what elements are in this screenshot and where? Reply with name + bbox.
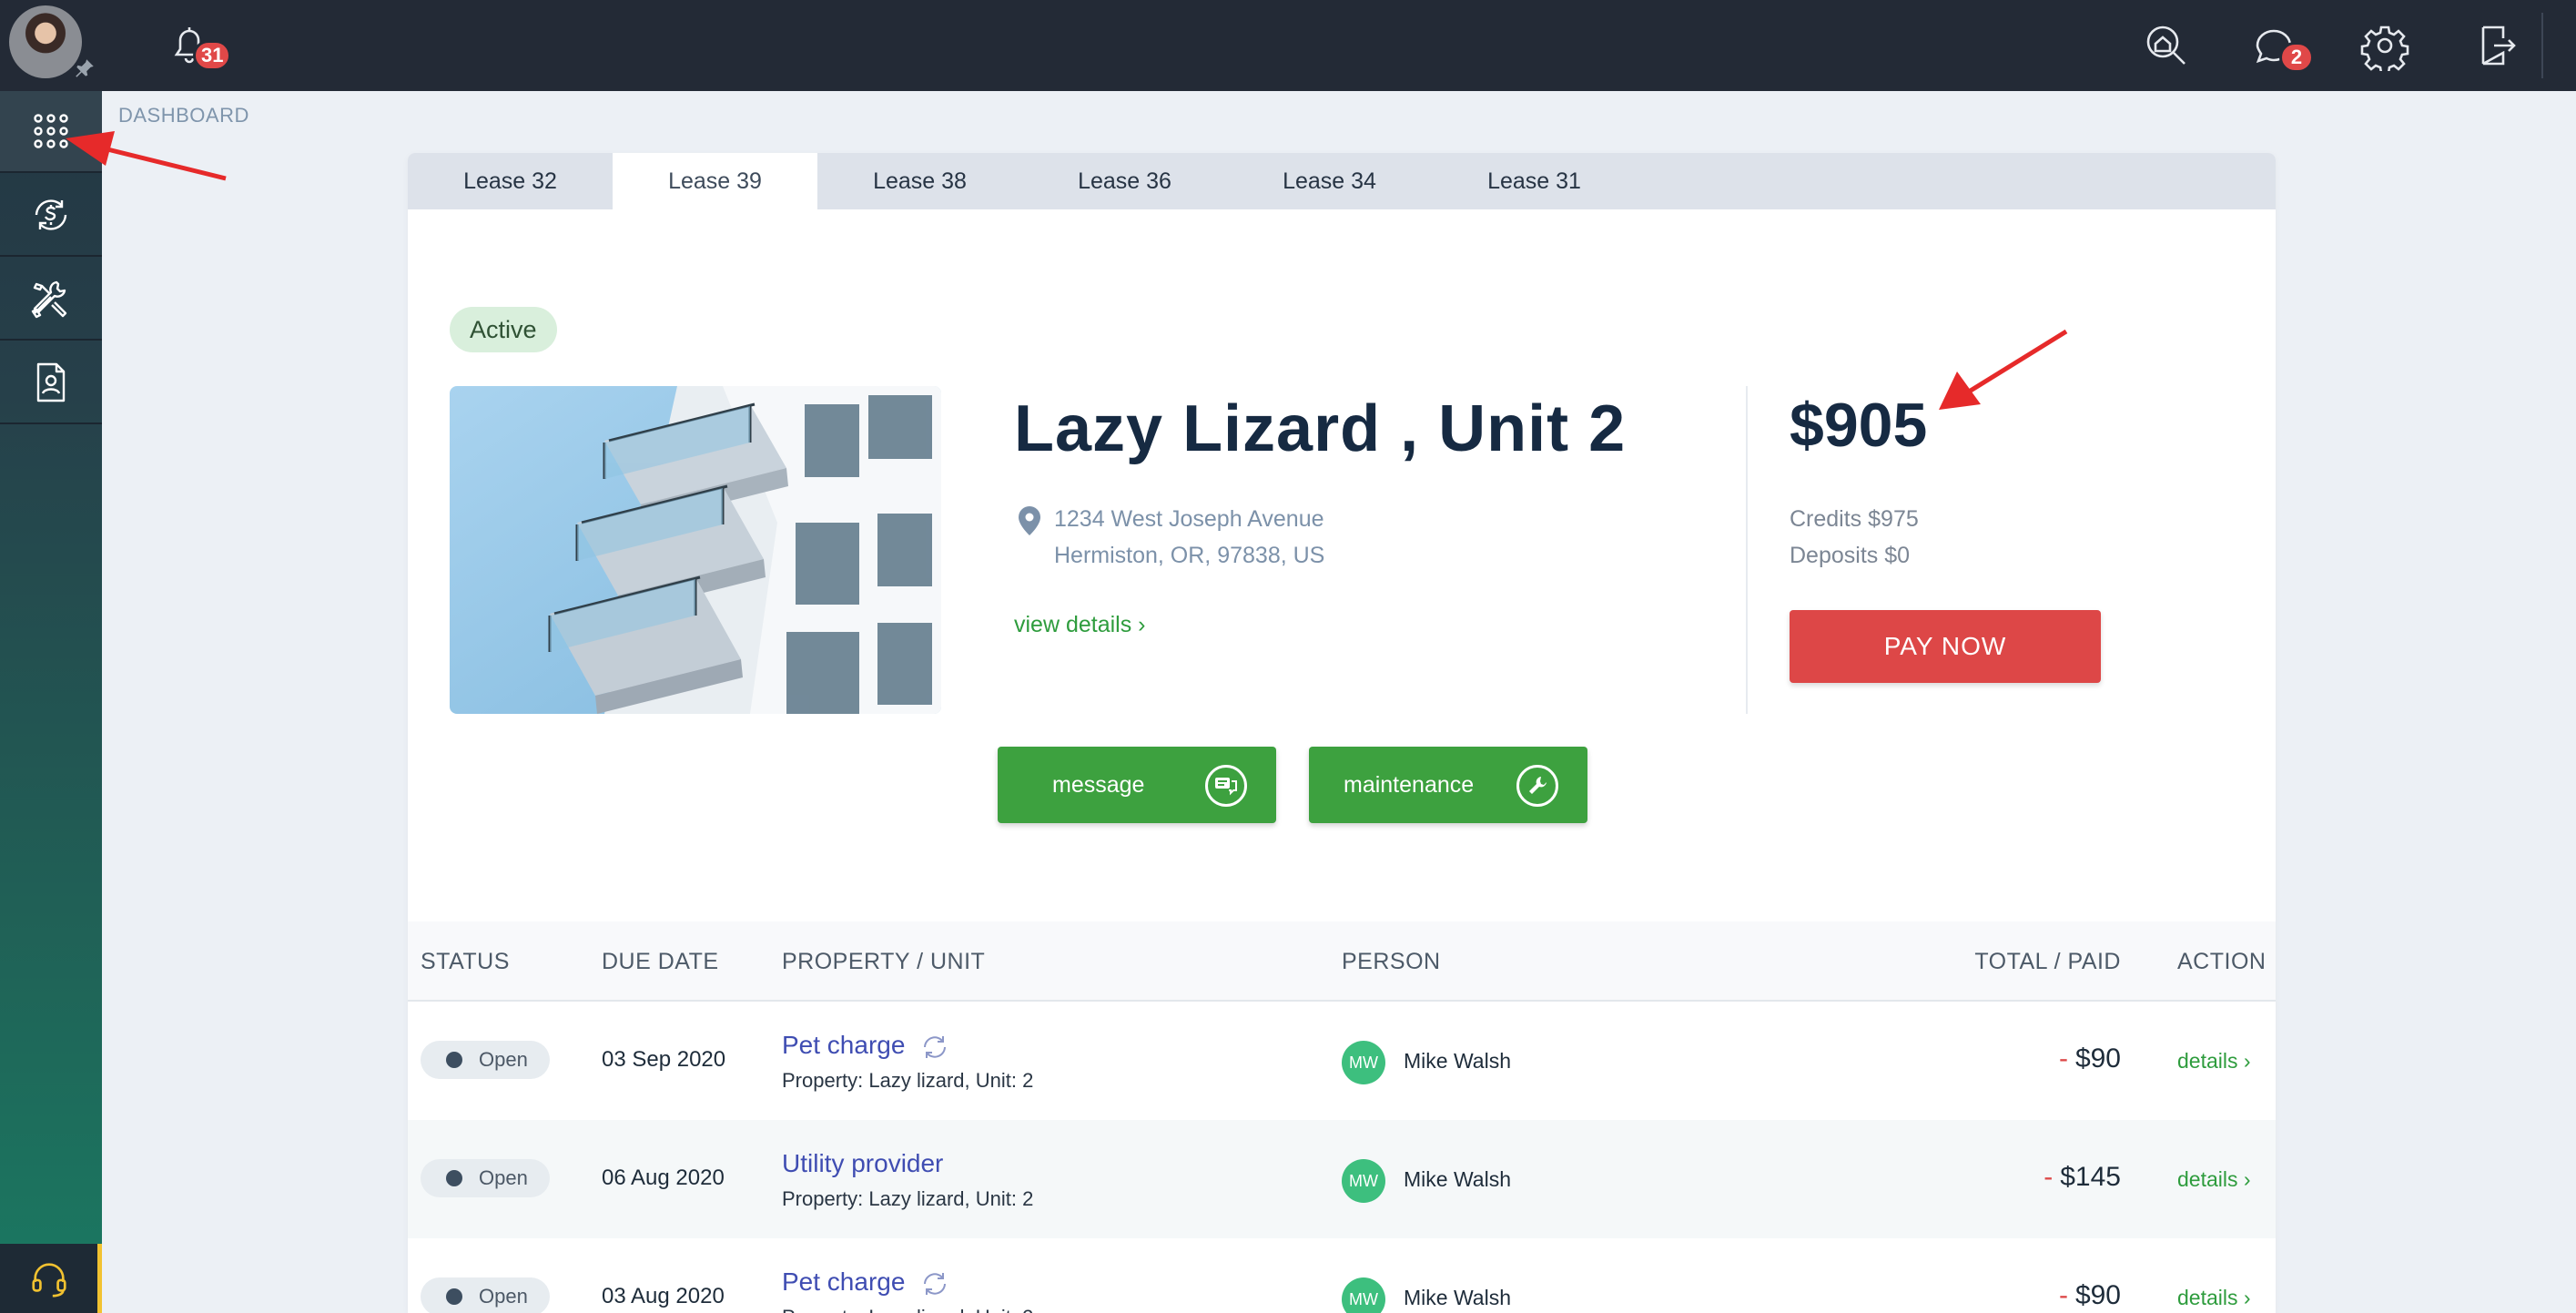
wrench-icon — [1529, 777, 1547, 794]
message-icon-circle — [1205, 765, 1247, 807]
tab-lease-31[interactable]: Lease 31 — [1432, 153, 1637, 209]
dollar-cycle-icon — [35, 199, 67, 230]
charge-property: Property: Lazy lizard, Unit: 2 — [782, 1306, 1033, 1313]
header-action: ACTION — [2177, 949, 2267, 974]
due-date: 06 Aug 2020 — [602, 1165, 725, 1190]
wrench-icon-circle — [1516, 765, 1558, 807]
message-button-label: message — [1052, 771, 1145, 798]
lease-tabs: Lease 32 Lease 39 Lease 38 Lease 36 Leas… — [408, 153, 2276, 209]
sidebar-item-apps[interactable] — [0, 91, 102, 173]
avatar: MW — [1342, 1277, 1385, 1313]
due-date: 03 Sep 2020 — [602, 1047, 726, 1072]
top-navbar: 31 2 — [102, 0, 2576, 91]
tab-lease-36[interactable]: Lease 36 — [1022, 153, 1227, 209]
avatar[interactable] — [9, 5, 82, 78]
gear-icon[interactable] — [2359, 20, 2410, 71]
breadcrumb[interactable]: DASHBOARD — [118, 104, 249, 127]
header-due-date[interactable]: DUE DATE — [602, 949, 719, 975]
status-badge: Open — [421, 1159, 550, 1197]
balance-amount: $905 — [1790, 391, 1928, 460]
property-title: Lazy Lizard , Unit 2 — [1014, 392, 1627, 465]
header-property-unit[interactable]: PROPERTY / UNIT — [782, 949, 985, 975]
address-line-2: Hermiston, OR, 97838, US — [1054, 543, 1325, 568]
header-person[interactable]: PERSON — [1342, 949, 1441, 975]
tab-lease-34[interactable]: Lease 34 — [1227, 153, 1432, 209]
person-name: Mike Walsh — [1404, 1167, 1511, 1191]
deposits-text: Deposits $0 — [1790, 543, 1911, 568]
logout-icon[interactable] — [2470, 20, 2521, 71]
vertical-divider — [1746, 386, 1748, 714]
sidebar-item-tenant[interactable] — [0, 342, 102, 424]
charge-title[interactable]: Utility provider — [782, 1149, 943, 1178]
person-name: Mike Walsh — [1404, 1049, 1511, 1073]
invoices-table-header: STATUS DUE DATE PROPERTY / UNIT PERSON T… — [408, 921, 2276, 1002]
table-row[interactable]: Open 03 Sep 2020 Pet charge Property: La… — [408, 1002, 2276, 1120]
tab-lease-39[interactable]: Lease 39 — [613, 153, 817, 209]
header-total-paid[interactable]: TOTAL / PAID — [1974, 949, 2121, 975]
charge-property: Property: Lazy lizard, Unit: 2 — [782, 1187, 1034, 1210]
person-name: Mike Walsh — [1404, 1286, 1511, 1309]
user-avatar-area[interactable] — [0, 0, 102, 91]
charge-title[interactable]: Pet charge — [782, 1031, 950, 1063]
lease-card: Lease 32 Lease 39 Lease 38 Lease 36 Leas… — [408, 153, 2276, 1313]
status-badge: Open — [421, 1277, 550, 1313]
message-button[interactable]: message — [998, 747, 1276, 823]
location-pin-icon — [1019, 506, 1040, 535]
recurring-icon — [924, 1272, 947, 1295]
details-link[interactable]: details › — [2177, 1049, 2251, 1074]
pay-now-button[interactable]: PAY NOW — [1790, 610, 2101, 683]
sidebar — [0, 0, 102, 1313]
avatar: MW — [1342, 1159, 1385, 1203]
table-row[interactable]: Open 06 Aug 2020 Utility provider Proper… — [408, 1120, 2276, 1238]
search-home-icon[interactable] — [2141, 20, 2192, 71]
messages-badge: 2 — [2279, 42, 2314, 73]
property-photo — [450, 386, 941, 714]
help-support-button[interactable] — [0, 1244, 102, 1313]
status-badge: Open — [421, 1041, 550, 1079]
apps-grid-icon — [34, 114, 68, 148]
headset-icon — [31, 1263, 66, 1298]
due-date: 03 Aug 2020 — [602, 1284, 725, 1308]
credits-text: Credits $975 — [1790, 506, 1919, 532]
table-row[interactable]: Open 03 Aug 2020 Pet charge Property: La… — [408, 1238, 2276, 1313]
charge-property: Property: Lazy lizard, Unit: 2 — [782, 1069, 1034, 1092]
tenant-document-icon — [36, 362, 66, 402]
sidebar-item-maintenance[interactable] — [0, 259, 102, 341]
charge-title[interactable]: Pet charge — [782, 1267, 950, 1299]
sidebar-item-payments[interactable] — [0, 175, 102, 257]
details-link[interactable]: details › — [2177, 1167, 2251, 1192]
pin-icon[interactable] — [73, 56, 96, 80]
header-status[interactable]: STATUS — [421, 949, 510, 975]
tools-icon — [31, 280, 67, 319]
topbar-divider — [2541, 13, 2543, 78]
total-amount: - $145 — [2044, 1162, 2121, 1192]
maintenance-button-label: maintenance — [1344, 771, 1475, 798]
notifications-badge: 31 — [193, 40, 232, 71]
message-icon — [1215, 778, 1237, 796]
avatar: MW — [1342, 1041, 1385, 1084]
total-amount: - $90 — [2058, 1280, 2121, 1310]
tab-lease-38[interactable]: Lease 38 — [817, 153, 1022, 209]
tab-lease-32[interactable]: Lease 32 — [408, 153, 613, 209]
maintenance-button[interactable]: maintenance — [1309, 747, 1587, 823]
address-line-1: 1234 West Joseph Avenue — [1054, 506, 1324, 532]
view-details-link[interactable]: view details › — [1014, 612, 1146, 638]
recurring-icon — [924, 1035, 947, 1058]
details-link[interactable]: details › — [2177, 1286, 2251, 1310]
total-amount: - $90 — [2058, 1043, 2121, 1074]
lease-status-badge: Active — [450, 307, 557, 352]
